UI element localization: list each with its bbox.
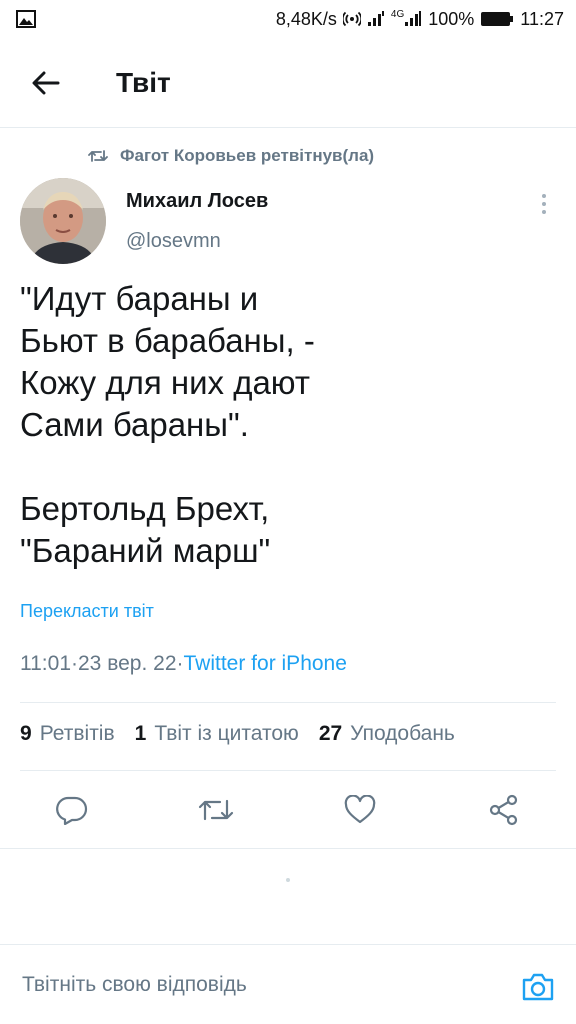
quotes-stat[interactable]: 1 Твіт із цитатою	[135, 722, 299, 746]
reply-bar: Твітніть свою відповідь	[0, 944, 576, 1024]
tweet-stats: 9 Ретвітів 1 Твіт із цитатою 27 Уподобан…	[20, 722, 475, 746]
share-button[interactable]	[484, 790, 524, 830]
retweets-stat[interactable]: 9 Ретвітів	[20, 722, 115, 746]
retweets-label: Ретвітів	[39, 722, 115, 745]
author-handle[interactable]: @losevmn	[126, 230, 221, 253]
quotes-label: Твіт із цитатою	[154, 722, 299, 745]
meta-separator: ·	[71, 652, 78, 675]
likes-label: Уподобань	[350, 722, 455, 745]
tweet-line	[20, 446, 540, 488]
header: Твіт	[0, 38, 576, 128]
reply-icon	[56, 796, 88, 825]
tweet-source-link[interactable]: Twitter for iPhone	[184, 652, 347, 676]
tweet-actions	[0, 782, 576, 838]
reply-button[interactable]	[52, 790, 92, 830]
more-dot	[542, 202, 546, 206]
tweet-meta: 11:01 · 23 вер. 22 · Twitter for iPhone	[20, 652, 347, 676]
retweet-button[interactable]	[196, 790, 236, 830]
camera-icon	[522, 973, 554, 1001]
back-button[interactable]	[16, 53, 76, 113]
page-title: Твіт	[116, 66, 171, 98]
tweet-time: 11:01	[20, 652, 71, 675]
retweet-icon	[198, 799, 234, 821]
image-icon	[16, 10, 36, 28]
status-bar: 8,48K/s 4G 100% 11:27	[0, 0, 576, 38]
camera-button[interactable]	[516, 965, 560, 1009]
tweet-date: 23 вер. 22	[78, 652, 177, 675]
divider	[0, 848, 576, 849]
battery-icon	[480, 11, 514, 27]
like-button[interactable]	[340, 790, 380, 830]
translate-tweet-link[interactable]: Перекласти твіт	[20, 601, 154, 622]
arrow-left-icon	[32, 71, 60, 94]
network-type: 4G	[390, 8, 405, 20]
like-icon	[344, 795, 376, 824]
network-speed: 8,48K/s	[275, 8, 337, 29]
quotes-count: 1	[134, 722, 147, 745]
signal-4g-icon: 4G	[390, 8, 422, 27]
tweet-line: Бертольд Брехт,	[20, 490, 270, 527]
retweets-count: 9	[20, 722, 32, 745]
tweet-line: Кожу для них дают	[20, 364, 310, 401]
divider	[20, 770, 556, 771]
likes-stat[interactable]: 27 Уподобань	[319, 722, 455, 746]
share-icon	[489, 794, 518, 826]
meta-separator: ·	[176, 652, 184, 675]
tweet-text: "Идут бараны и Бьют в барабаны, - Кожу д…	[20, 278, 540, 572]
more-dot	[542, 194, 546, 198]
tweet-line: Сами бараны".	[20, 406, 249, 443]
tweet-line: "Идут бараны и	[20, 280, 259, 317]
signal-icon	[367, 11, 385, 27]
loading-indicator	[286, 878, 290, 882]
avatar[interactable]	[20, 178, 106, 264]
more-options-button[interactable]	[532, 190, 556, 218]
reply-input[interactable]: Твітніть свою відповідь	[22, 973, 247, 997]
tweet-line: "Бараний марш"	[20, 532, 271, 569]
hotspot-icon	[342, 10, 361, 28]
divider	[20, 702, 556, 703]
retweet-indicator[interactable]: Фагот Коровьев ретвітнув(ла)	[88, 146, 374, 166]
tweet-line: Бьют в барабаны, -	[20, 322, 315, 359]
retweet-icon	[88, 150, 108, 162]
battery-percent: 100%	[428, 8, 475, 29]
author-name[interactable]: Михаил Лосев	[126, 190, 268, 213]
more-dot	[542, 210, 546, 214]
clock: 11:27	[520, 8, 564, 29]
retweet-label: Фагот Коровьев ретвітнув(ла)	[120, 146, 375, 165]
likes-count: 27	[318, 722, 343, 745]
